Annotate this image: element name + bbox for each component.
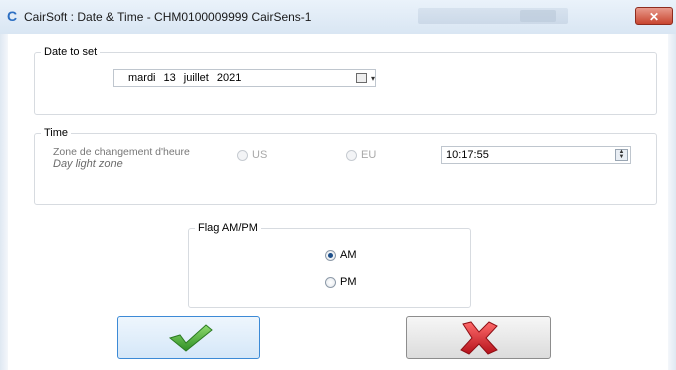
zone-label: Zone de changement d'heure xyxy=(53,146,190,158)
date-day[interactable]: 13 xyxy=(164,72,176,84)
time-group: Time xyxy=(34,127,657,205)
radio-eu[interactable]: EU xyxy=(346,149,376,161)
radio-am[interactable]: AM xyxy=(325,249,357,261)
cross-icon xyxy=(460,321,498,355)
radio-am-circle xyxy=(325,249,336,261)
title-bar: C CairSoft : Date & Time - CHM0100009999… xyxy=(0,0,676,35)
chevron-down-icon[interactable]: ▾ xyxy=(371,74,375,83)
radio-us-circle xyxy=(237,149,248,161)
radio-pm[interactable]: PM xyxy=(325,276,357,288)
app-icon: C xyxy=(7,8,18,24)
time-spinner[interactable]: ▲ ▼ xyxy=(615,149,628,161)
ampm-group: Flag AM/PM xyxy=(188,222,471,308)
zone-label-en: Day light zone xyxy=(53,158,123,170)
date-picker[interactable]: mardi 13 juillet 2021 ▾ xyxy=(113,69,376,87)
ampm-group-legend: Flag AM/PM xyxy=(195,222,261,234)
radio-pm-label: PM xyxy=(340,276,357,288)
title-bar-decoration-2 xyxy=(520,10,556,22)
checkmark-icon xyxy=(168,324,213,352)
radio-eu-circle xyxy=(346,149,357,161)
radio-us[interactable]: US xyxy=(237,149,267,161)
time-group-legend: Time xyxy=(41,127,72,139)
radio-am-label: AM xyxy=(340,249,357,261)
window-right-border xyxy=(668,34,676,370)
radio-eu-label: EU xyxy=(361,149,377,161)
cancel-button[interactable] xyxy=(406,316,551,359)
date-weekday: mardi xyxy=(128,72,156,84)
radio-pm-circle xyxy=(325,276,336,288)
window-title: CairSoft : Date & Time - CHM0100009999 C… xyxy=(24,10,312,24)
time-input[interactable]: 10:17:55 ▲ ▼ xyxy=(441,146,631,164)
date-group-legend: Date to set xyxy=(41,46,101,58)
time-value: 10:17:55 xyxy=(446,149,489,161)
spin-down-icon[interactable]: ▼ xyxy=(616,154,627,160)
radio-us-label: US xyxy=(252,149,268,161)
date-month[interactable]: juillet xyxy=(184,72,209,84)
ok-button[interactable] xyxy=(117,316,260,359)
close-button[interactable]: ✕ xyxy=(635,7,673,25)
calendar-icon[interactable] xyxy=(356,73,367,83)
window-left-border xyxy=(0,34,8,370)
date-year[interactable]: 2021 xyxy=(217,72,241,84)
